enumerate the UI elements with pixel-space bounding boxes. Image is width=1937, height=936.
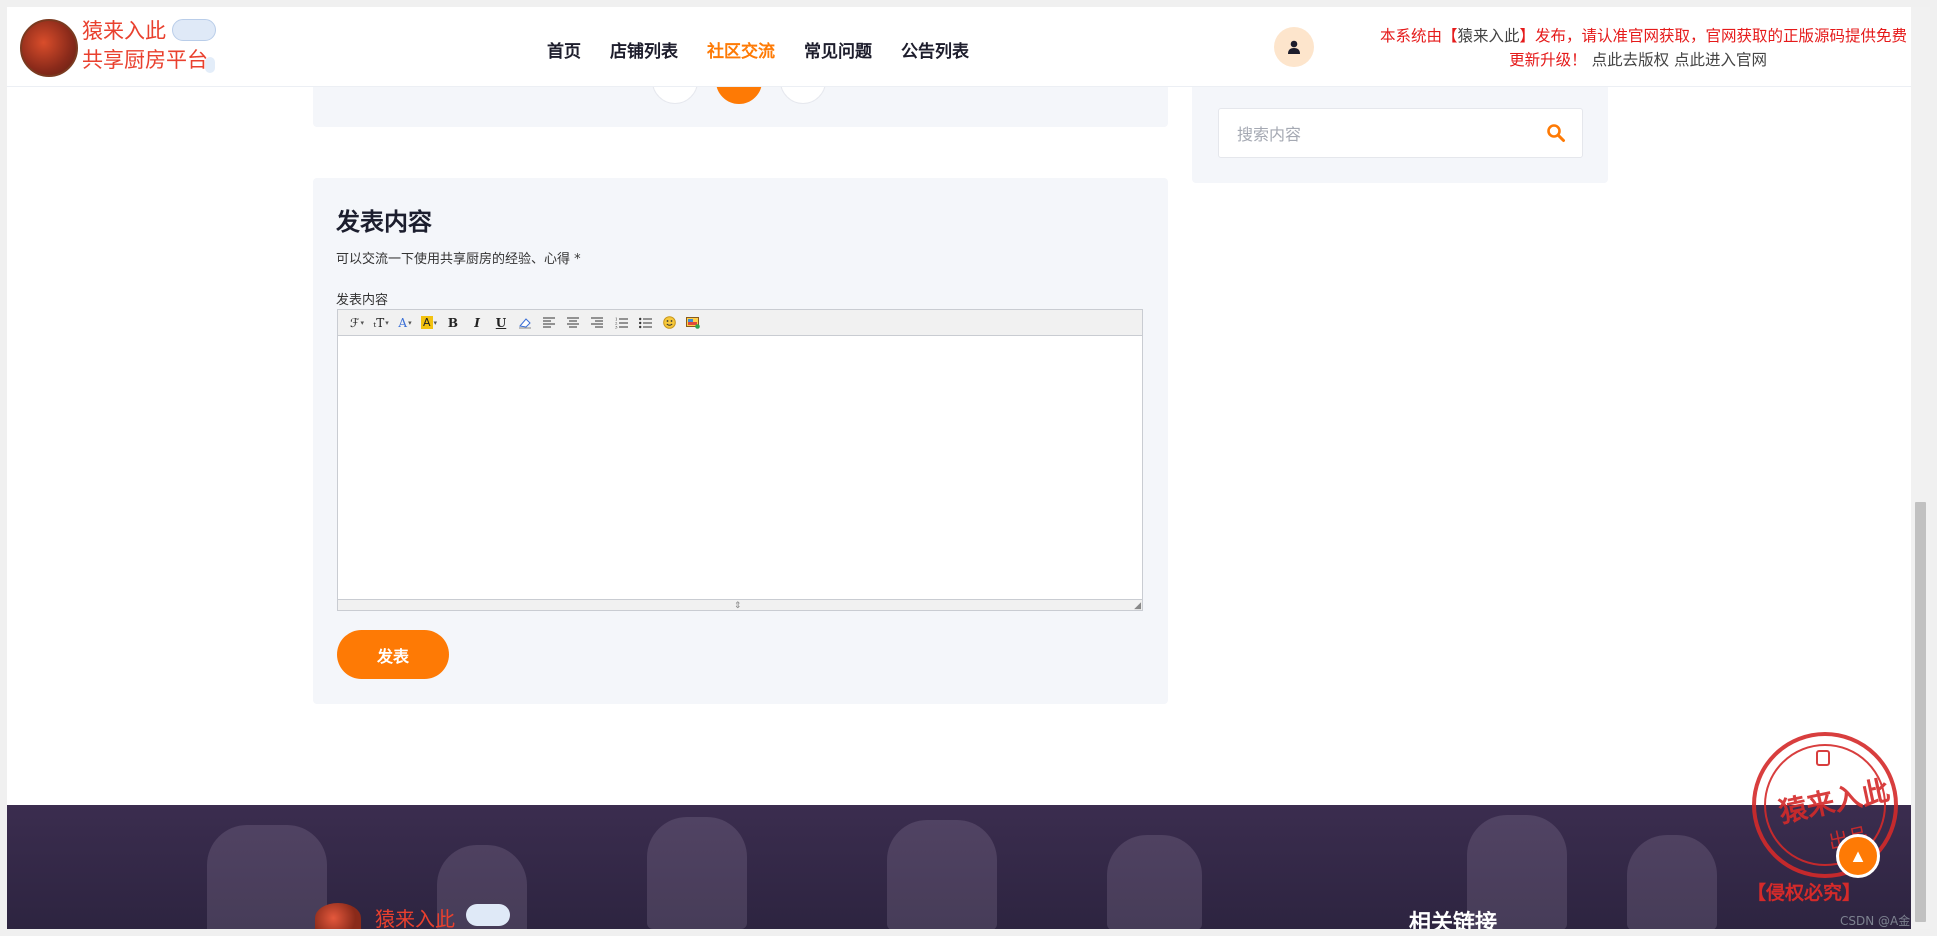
footer-logo-text[interactable]: 猿来入此 — [375, 903, 455, 929]
post-form-hint: 可以交流一下使用共享厨房的经验、心得 * — [336, 252, 581, 267]
top-navbar: 猿来入此 共享厨房平台 首页 店铺列表 社区交流 常见问题 公告列表 本系统由【… — [7, 7, 1911, 87]
footer-links-heading: 相关链接 — [1409, 911, 1498, 929]
corner-resize-icon[interactable]: ◢ — [1134, 600, 1141, 610]
underline-button[interactable]: U — [490, 313, 512, 333]
emoticon-icon[interactable] — [658, 313, 680, 333]
font-size-button[interactable]: ₜT — [370, 313, 392, 333]
rich-text-editor: ℱ ₜT A A B I U 12 — [337, 309, 1143, 611]
footer-background-image — [647, 817, 747, 929]
stamp-caption: 【侵权必究】 — [1747, 882, 1862, 904]
footer-background-image — [1107, 835, 1202, 929]
nav-community[interactable]: 社区交流 — [707, 37, 775, 62]
align-left-icon[interactable] — [538, 313, 560, 333]
resize-handle-icon[interactable]: ⇕ — [734, 600, 742, 610]
copyright-notice: 本系统由【猿来入此】发布，请认准官网获取，官网获取的正版源码提供免费 更新升级！… — [1337, 24, 1907, 72]
page: 猿来入此 共享厨房平台 首页 店铺列表 社区交流 常见问题 公告列表 本系统由【… — [0, 0, 1937, 936]
back-to-top-button[interactable]: ▲ — [1836, 834, 1880, 878]
italic-button[interactable]: I — [466, 313, 488, 333]
user-icon — [1288, 40, 1300, 54]
site-logo-image[interactable] — [20, 19, 78, 77]
submit-post-button[interactable]: 发表 — [337, 630, 449, 679]
font-color-button[interactable]: A — [394, 313, 416, 333]
search-icon[interactable] — [1546, 123, 1566, 143]
unordered-list-icon[interactable] — [634, 313, 656, 333]
editor-toolbar: ℱ ₜT A A B I U 12 — [338, 310, 1142, 336]
csdn-watermark: CSDN @A金 — [1840, 914, 1911, 928]
nav-faq[interactable]: 常见问题 — [804, 37, 872, 62]
user-avatar-button[interactable] — [1274, 27, 1314, 67]
logo-line-2: 共享厨房平台 — [82, 48, 208, 72]
nav-home[interactable]: 首页 — [547, 37, 581, 62]
stamp-apple-icon — [1816, 750, 1830, 766]
footer-background-image — [207, 825, 327, 929]
main-nav: 首页 店铺列表 社区交流 常见问题 公告列表 — [547, 37, 998, 62]
editor-label: 发表内容 — [336, 293, 389, 308]
arrow-up-icon: ▲ — [1849, 845, 1867, 866]
site-footer: 猿来入此 相关链接 — [7, 805, 1911, 929]
eraser-icon[interactable] — [514, 313, 536, 333]
ordered-list-icon[interactable]: 123 — [610, 313, 632, 333]
align-right-icon[interactable] — [586, 313, 608, 333]
bold-button[interactable]: B — [442, 313, 464, 333]
nav-announcements[interactable]: 公告列表 — [901, 37, 969, 62]
scrollbar-thumb[interactable] — [1915, 502, 1926, 922]
font-family-button[interactable]: ℱ — [346, 313, 368, 333]
notice-text-2: 】发布，请认准官网获取，官网获取的正版源码提供免费 — [1519, 27, 1907, 45]
nav-shop-list[interactable]: 店铺列表 — [610, 37, 678, 62]
sparkle-icon — [205, 57, 215, 73]
editor-content-area[interactable] — [338, 337, 1142, 599]
align-center-icon[interactable] — [562, 313, 584, 333]
footer-handshake-icon — [466, 904, 510, 926]
footer-background-image — [887, 820, 997, 929]
page-scrollbar[interactable] — [1911, 7, 1930, 929]
svg-text:3: 3 — [615, 324, 618, 329]
footer-background-image — [1627, 835, 1717, 929]
notice-text-3: 更新升级！ — [1509, 51, 1587, 69]
search-box — [1218, 108, 1583, 158]
notice-brand: 猿来入此 — [1457, 27, 1520, 45]
editor-status-bar: ⇕ ◢ — [338, 599, 1142, 610]
search-input[interactable] — [1237, 123, 1537, 145]
notice-text-1: 本系统由【 — [1379, 27, 1458, 45]
post-form-panel: 发表内容 可以交流一下使用共享厨房的经验、心得 * 发表内容 ℱ ₜT A A … — [313, 178, 1168, 704]
notice-links[interactable]: 点此去版权 点此进入官网 — [1592, 51, 1767, 69]
post-form-title: 发表内容 — [336, 208, 432, 236]
insert-image-icon[interactable] — [682, 313, 704, 333]
highlight-color-button[interactable]: A — [418, 313, 440, 333]
footer-logo-image[interactable] — [315, 903, 361, 929]
handshake-icon — [172, 19, 216, 41]
